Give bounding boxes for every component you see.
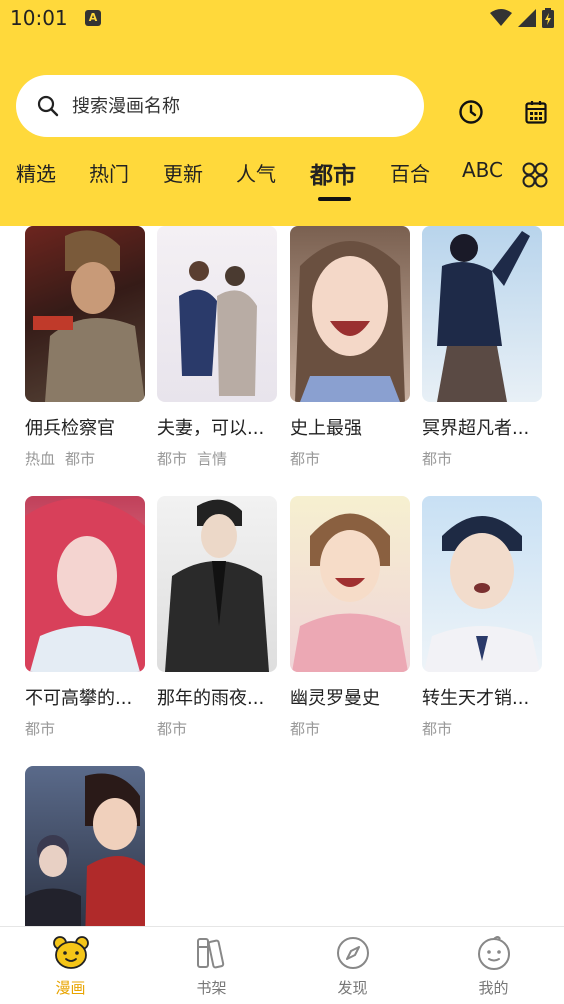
tab-featured[interactable]: 精选 [16, 158, 56, 187]
comic-tags: 都市 [290, 448, 410, 469]
tab-urban[interactable]: 都市 [310, 156, 356, 190]
comic-cover [290, 496, 410, 672]
comic-cover [157, 226, 277, 402]
battery-icon [542, 8, 554, 28]
comic-tags: 都市 [25, 718, 145, 739]
bear-icon [53, 936, 89, 969]
comic-card[interactable]: 佣兵检察官 热血 都市 [25, 226, 145, 469]
tab-updated[interactable]: 更新 [163, 158, 203, 187]
tab-popular[interactable]: 人气 [236, 158, 276, 187]
status-bar: 10:01 A [0, 0, 564, 40]
comic-tag: 都市 [422, 450, 453, 468]
comic-grid: 佣兵检察官 热血 都市 夫妻，可以... 都市 言情 史上最强 都市 冥界超凡者… [0, 226, 564, 926]
comic-card[interactable]: 冥界超凡者... 都市 [422, 226, 542, 469]
comic-title: 冥界超凡者... [422, 418, 530, 439]
comic-tag: 都市 [157, 450, 188, 468]
signal-icon [518, 9, 536, 27]
nav-profile[interactable]: 我的 [423, 927, 564, 1004]
more-categories-icon[interactable] [520, 160, 550, 190]
comic-title: 史上最强 [290, 418, 362, 439]
bookshelf-icon [197, 938, 225, 969]
nav-label: 书架 [196, 979, 227, 997]
comic-tag: 都市 [157, 720, 188, 738]
nav-label: 漫画 [55, 979, 86, 997]
comic-card[interactable]: 史上最强 都市 [290, 226, 410, 469]
search-icon [37, 95, 59, 117]
comic-card[interactable] [25, 766, 145, 926]
nav-label: 我的 [478, 979, 509, 997]
comic-title: 佣兵检察官 [25, 418, 115, 439]
comic-cover [422, 496, 542, 672]
comic-card[interactable]: 夫妻，可以... 都市 言情 [157, 226, 277, 469]
active-tab-indicator [318, 197, 351, 201]
nav-comics[interactable]: 漫画 [0, 927, 141, 1004]
status-icons [490, 8, 554, 28]
comic-tag: 都市 [25, 720, 56, 738]
comic-cover [422, 226, 542, 402]
nav-label: 发现 [337, 979, 368, 997]
status-time: 10:01 [10, 6, 68, 30]
category-tabs: 精选 热门 更新 人气 都市 百合 ABC [0, 150, 564, 210]
comic-tags: 都市 言情 [157, 448, 277, 469]
comic-card[interactable]: 幽灵罗曼史 都市 [290, 496, 410, 739]
comic-card[interactable]: 转生天才销... 都市 [422, 496, 542, 739]
comic-card[interactable]: 那年的雨夜... 都市 [157, 496, 277, 739]
tab-hot[interactable]: 热门 [89, 158, 129, 187]
comic-tag: 都市 [65, 450, 96, 468]
search-bar[interactable] [16, 75, 424, 137]
history-icon[interactable] [456, 97, 486, 127]
comic-cover [25, 766, 145, 926]
bottom-nav: 漫画 书架 发现 我的 [0, 926, 564, 1004]
header: 10:01 A 精选 热门 更新 [0, 0, 564, 226]
comic-tag: 都市 [422, 720, 453, 738]
comic-title: 夫妻，可以... [157, 418, 265, 439]
comic-tags: 都市 [157, 718, 277, 739]
comic-tag: 都市 [290, 450, 321, 468]
nav-bookshelf[interactable]: 书架 [141, 927, 282, 1004]
comic-tag: 热血 [25, 450, 56, 468]
comic-tags: 都市 [290, 718, 410, 739]
search-input[interactable] [72, 75, 412, 137]
comic-cover [25, 496, 145, 672]
tab-yuri[interactable]: 百合 [390, 158, 430, 187]
wifi-icon [490, 9, 512, 26]
comic-title: 幽灵罗曼史 [290, 688, 380, 709]
comic-tag: 都市 [290, 720, 321, 738]
comic-title: 不可高攀的... [25, 688, 133, 709]
comic-tag: 言情 [197, 450, 228, 468]
nav-discover[interactable]: 发现 [282, 927, 423, 1004]
comic-card[interactable]: 不可高攀的... 都市 [25, 496, 145, 739]
compass-icon [337, 937, 369, 969]
comic-title: 转生天才销... [422, 688, 530, 709]
notification-badge-icon: A [85, 10, 101, 26]
comic-cover [157, 496, 277, 672]
comic-cover [290, 226, 410, 402]
comic-title: 那年的雨夜... [157, 688, 265, 709]
calendar-icon[interactable] [521, 97, 551, 127]
face-icon [478, 936, 510, 970]
comic-cover [25, 226, 145, 402]
tab-abc[interactable]: ABC [462, 158, 503, 182]
comic-tags: 都市 [422, 448, 542, 469]
comic-tags: 都市 [422, 718, 542, 739]
comic-tags: 热血 都市 [25, 448, 145, 469]
